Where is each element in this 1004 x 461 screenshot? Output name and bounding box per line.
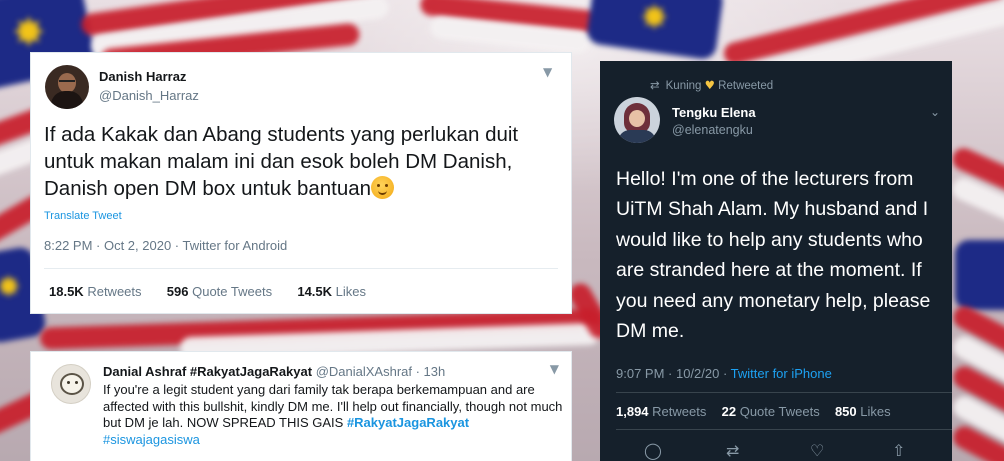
tweet-text-content: If you're a legit student yang dari fami… (103, 382, 563, 430)
tweet-text: Hello! I'm one of the lecturers from UiT… (616, 168, 931, 343)
share-icon[interactable]: ⇧ (892, 441, 905, 460)
tweet-text-content: If ada Kakak dan Abang students yang per… (44, 123, 519, 200)
likes-count[interactable]: 850 (835, 404, 857, 419)
tweet-actions: ◯ ⇄ ♡ ⇧ (644, 441, 914, 461)
translate-tweet-link[interactable]: Translate Tweet (44, 210, 122, 222)
likes-label[interactable]: Likes (860, 404, 890, 419)
retweets-count[interactable]: 1,894 (616, 404, 649, 419)
retweeted-label: Retweeted (718, 80, 774, 92)
retweet-icon: ⇄ (650, 78, 660, 92)
tweet-card-danish[interactable]: Danish Harraz @Danish_Harraz ▼ If ada Ka… (30, 52, 572, 314)
hugging-face-emoji-icon (371, 176, 395, 199)
tweet-card-elena[interactable]: ⇄ Kuning ♥ Retweeted Tengku Elena @elenat… (600, 61, 952, 461)
retweet-icon[interactable]: ⇄ (726, 441, 739, 460)
retweets-label[interactable]: Retweets (652, 404, 706, 419)
like-icon[interactable]: ♡ (810, 441, 824, 460)
author-name[interactable]: Tengku Elena (672, 105, 756, 120)
likes-count[interactable]: 14.5K (297, 284, 332, 299)
author-name[interactable]: Danial Ashraf #RakyatJagaRakyat (103, 364, 312, 379)
retweets-label[interactable]: Retweets (87, 284, 141, 299)
flag-canton (955, 240, 1004, 310)
author-name[interactable]: Danish Harraz (99, 69, 186, 84)
flag-star-icon: ✸ (12, 10, 46, 56)
likes-label[interactable]: Likes (336, 284, 366, 299)
divider (616, 429, 952, 430)
retweeted-by-name[interactable]: Kuning (666, 80, 702, 92)
avatar[interactable] (614, 97, 660, 143)
tweet-source-link[interactable]: Twitter for iPhone (731, 366, 832, 381)
retweets-count[interactable]: 18.5K (49, 284, 84, 299)
tweet-stats: 18.5K Retweets 596 Quote Tweets 14.5K Li… (49, 284, 366, 299)
divider (44, 268, 558, 269)
hashtag-link[interactable]: #RakyatJagaRakyat (347, 415, 469, 430)
chevron-down-icon[interactable]: ▼ (550, 362, 559, 376)
flag-star-icon: ✸ (0, 270, 22, 305)
tweet-card-danial[interactable]: Danial Ashraf #RakyatJagaRakyat @DanialX… (30, 351, 572, 461)
tweet-timestamp: 9:07 PM · 10/2/20 · Twitter for iPhone (616, 366, 832, 381)
avatar[interactable] (45, 65, 89, 109)
retweeted-by[interactable]: ⇄ Kuning ♥ Retweeted (650, 78, 773, 92)
quotes-label[interactable]: Quote Tweets (740, 404, 820, 419)
quotes-count[interactable]: 596 (167, 284, 189, 299)
author-handle[interactable]: @elenatengku (672, 123, 753, 137)
quotes-label[interactable]: Quote Tweets (192, 284, 272, 299)
chevron-down-icon[interactable]: ⌄ (930, 105, 940, 119)
tweet-header: Danial Ashraf #RakyatJagaRakyat @DanialX… (103, 364, 445, 379)
tweet-time-date[interactable]: 9:07 PM · 10/2/20 · (616, 366, 731, 381)
tweet-text: If ada Kakak dan Abang students yang per… (44, 121, 559, 202)
quotes-count[interactable]: 22 (722, 404, 736, 419)
flag-star-icon: ✸ (640, 0, 669, 38)
avatar[interactable] (51, 364, 91, 404)
tweet-stats: 1,894 Retweets 22 Quote Tweets 850 Likes (616, 404, 891, 419)
hashtag-link[interactable]: #siswajagasiswa (103, 432, 200, 447)
chevron-down-icon[interactable]: ▼ (543, 65, 559, 81)
tweet-timestamp[interactable]: 8:22 PM · Oct 2, 2020 · Twitter for Andr… (44, 238, 287, 253)
tweet-text: If you're a legit student yang dari fami… (103, 382, 565, 448)
author-handle-time[interactable]: @DanialXAshraf · 13h (316, 364, 446, 379)
author-handle[interactable]: @Danish_Harraz (99, 88, 199, 103)
yellow-heart-icon: ♥ (704, 78, 715, 92)
divider (616, 392, 952, 393)
reply-icon[interactable]: ◯ (644, 441, 662, 460)
